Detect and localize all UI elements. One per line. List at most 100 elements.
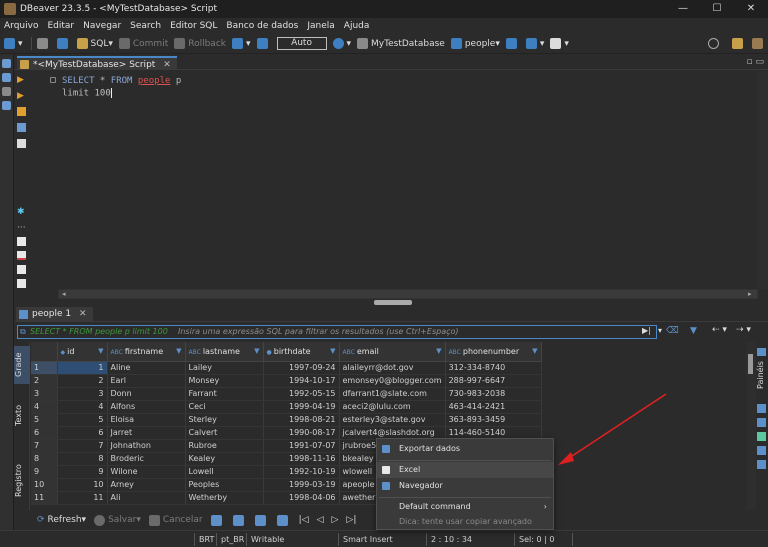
add-row-button[interactable]: [232, 514, 247, 526]
panel-value-icon[interactable]: [757, 404, 766, 413]
table-row[interactable]: 2 2 Earl Monsey 1994-10-17 emonsey0@blogger.c…: [31, 374, 542, 388]
view-tab-texto[interactable]: Texto: [14, 398, 30, 432]
cell-lastname[interactable]: Lowell: [185, 465, 264, 479]
perspective-button[interactable]: [732, 38, 746, 49]
cell-birthdate[interactable]: 1991-07-07: [263, 439, 340, 453]
cell-id[interactable]: 3: [57, 387, 108, 401]
new-connection-button[interactable]: ▾: [4, 38, 23, 49]
execute-script-icon[interactable]: ▶: [17, 91, 26, 101]
cancel-button[interactable]: Cancelar: [148, 514, 203, 526]
panel-references-icon[interactable]: [757, 460, 766, 469]
view-tab-grade[interactable]: Grade: [14, 346, 30, 384]
erase-filter-icon[interactable]: ⌫: [666, 326, 679, 336]
cell-lastname[interactable]: Ceci: [185, 400, 264, 414]
menu-item-default-command[interactable]: Default command ›: [377, 499, 553, 515]
prev-page-button[interactable]: ◁: [317, 515, 324, 525]
menu-banco-de-dados[interactable]: Banco de dados: [224, 21, 305, 31]
cell-lastname[interactable]: Wetherby: [185, 491, 264, 505]
cell-lastname[interactable]: Peoples: [185, 478, 264, 492]
execute-new-tab-icon[interactable]: [17, 107, 26, 116]
cell-birthdate[interactable]: 1994-10-17: [263, 374, 340, 388]
editor-maximize-icon[interactable]: ▫ ▭: [747, 57, 764, 67]
close-results-tab-icon[interactable]: ✕: [79, 309, 87, 319]
cell-birthdate[interactable]: 1992-05-15: [263, 387, 340, 401]
cell-firstname[interactable]: Donn: [107, 387, 186, 401]
cell-birthdate[interactable]: 1998-08-21: [263, 413, 340, 427]
transaction-mode-field[interactable]: Auto: [276, 37, 327, 50]
view-tab-registro[interactable]: Registro: [14, 460, 30, 502]
sql-editor-button[interactable]: SQL ▾: [76, 38, 113, 49]
cell-lastname[interactable]: Lailey: [185, 361, 264, 375]
column-header-birthdate[interactable]: ● birthdate ▼: [263, 342, 340, 362]
column-dropdown-icon[interactable]: ▼: [254, 347, 259, 355]
cell-id[interactable]: 7: [57, 439, 108, 453]
save-button[interactable]: Salvar ▾: [94, 514, 141, 526]
forward-icon[interactable]: ⇢ ▾: [736, 325, 751, 335]
maximize-button[interactable]: ☐: [700, 0, 734, 18]
history-button[interactable]: ▾: [332, 38, 351, 49]
new-script-icon[interactable]: [17, 237, 26, 246]
cell-lastname[interactable]: Calvert: [185, 426, 264, 440]
menu-item-excel[interactable]: Excel: [377, 462, 553, 478]
menu-arquivo[interactable]: Arquivo: [2, 21, 45, 31]
cell-birthdate[interactable]: 1997-09-24: [263, 361, 340, 375]
copy-row-button[interactable]: [254, 514, 269, 526]
cell-id[interactable]: 2: [57, 374, 108, 388]
cell-id[interactable]: 9: [57, 465, 108, 479]
menu-navegar[interactable]: Navegar: [81, 21, 128, 31]
cell-id[interactable]: 6: [57, 426, 108, 440]
panels-icon[interactable]: [757, 348, 766, 356]
cell-firstname[interactable]: Broderic: [107, 452, 186, 466]
cell-firstname[interactable]: Eloisa: [107, 413, 186, 427]
back-icon[interactable]: ⇠ ▾: [712, 325, 727, 335]
panel-metadata-icon[interactable]: [757, 446, 766, 455]
menu-ajuda[interactable]: Ajuda: [342, 21, 377, 31]
cell-id[interactable]: 4: [57, 400, 108, 414]
apply-filter-icon[interactable]: ▶|: [642, 326, 651, 335]
column-header-id[interactable]: ◆ id ▼: [57, 342, 108, 362]
column-dropdown-icon[interactable]: ▼: [436, 347, 441, 355]
terminal-icon[interactable]: [17, 139, 26, 148]
cell-firstname[interactable]: Johnathon: [107, 439, 186, 453]
link-icon[interactable]: [2, 87, 11, 96]
menu-item-exportar-dados[interactable]: Exportar dados: [377, 441, 553, 457]
panels-tab[interactable]: Painéis: [756, 358, 768, 392]
cell-email[interactable]: esterley3@state.gov: [339, 413, 446, 427]
column-header-firstname[interactable]: ABC firstname ▼: [107, 342, 186, 362]
menu-editar[interactable]: Editar: [45, 21, 81, 31]
disconnect-button[interactable]: [56, 38, 71, 49]
editor-tab-script[interactable]: *<MyTestDatabase> Script ✕: [17, 56, 177, 70]
edit-row-button[interactable]: [210, 514, 225, 526]
panel-grouping-icon[interactable]: [757, 432, 766, 441]
cell-id[interactable]: 8: [57, 452, 108, 466]
tool-button-b[interactable]: ▾: [525, 38, 544, 49]
sql-editor[interactable]: [30, 71, 758, 289]
editor-horizontal-scrollbar[interactable]: [58, 289, 758, 299]
code-line-2[interactable]: limit 100: [62, 88, 112, 99]
cell-lastname[interactable]: Rubroe: [185, 439, 264, 453]
menu-search[interactable]: Search: [128, 21, 168, 31]
schema-selector[interactable]: people ▾: [450, 38, 500, 49]
cell-lastname[interactable]: Farrant: [185, 387, 264, 401]
code-line-1[interactable]: SELECT * FROM people p: [62, 76, 181, 86]
commit-button[interactable]: Commit: [118, 38, 168, 49]
menu-editor-sql[interactable]: Editor SQL: [168, 21, 224, 31]
lock-button[interactable]: [256, 38, 271, 49]
table-row[interactable]: 4 4 Alfons Ceci 1999-04-19 aceci2@lulu.com 463…: [31, 400, 542, 414]
connect-button[interactable]: [36, 38, 51, 49]
results-tab-people[interactable]: people 1 ✕: [16, 307, 93, 322]
delete-row-button[interactable]: [276, 514, 291, 526]
cell-phonenumber[interactable]: 363-893-3459: [445, 413, 542, 427]
export-script-icon[interactable]: [17, 279, 26, 288]
cell-firstname[interactable]: Ali: [107, 491, 186, 505]
execute-statement-icon[interactable]: ▶: [17, 75, 26, 85]
grid-vertical-scrollbar[interactable]: [746, 342, 756, 510]
cell-birthdate[interactable]: 1998-04-06: [263, 491, 340, 505]
menu-item-navegador[interactable]: Navegador: [377, 478, 553, 494]
next-page-button[interactable]: ▷: [332, 515, 339, 525]
cell-email[interactable]: aceci2@lulu.com: [339, 400, 446, 414]
cell-firstname[interactable]: Alfons: [107, 400, 186, 414]
more-icon[interactable]: ···: [17, 223, 26, 233]
cell-lastname[interactable]: Monsey: [185, 374, 264, 388]
cell-firstname[interactable]: Jarret: [107, 426, 186, 440]
